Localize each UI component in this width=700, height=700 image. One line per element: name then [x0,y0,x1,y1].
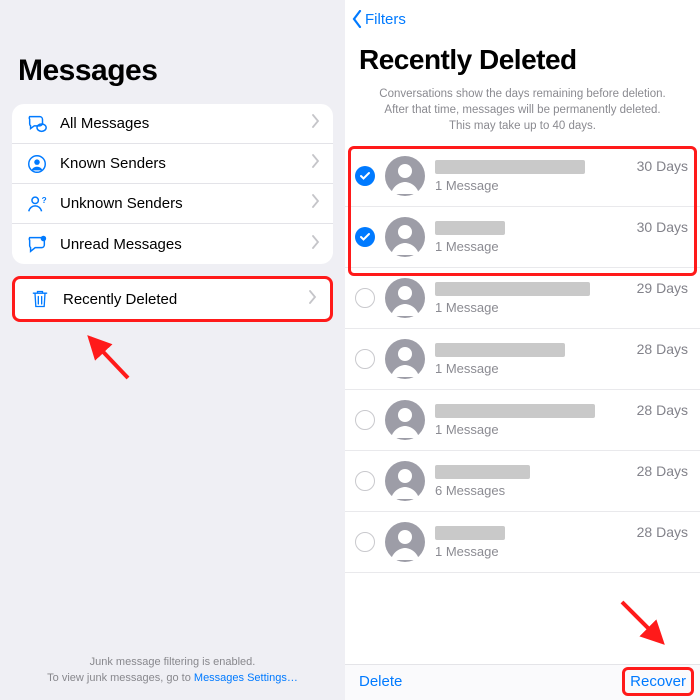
conversation-list: 1 Message30 Days1 Message30 Days1 Messag… [345,146,700,664]
person-circle-icon [24,153,50,175]
redacted-name [435,465,530,479]
chevron-left-icon [351,10,363,28]
junk-footer: Junk message filtering is enabled. To vi… [0,655,345,686]
days-remaining: 28 Days [637,463,688,479]
redacted-name [435,282,590,296]
checkbox-unselected[interactable] [355,349,375,369]
avatar-icon [385,217,425,257]
conversation-row[interactable]: 1 Message 29 Days [345,268,700,329]
info-text: Conversations show the days remaining be… [345,82,700,146]
svg-text:?: ? [42,196,47,205]
days-remaining: 30 Days [637,158,688,174]
redacted-name [435,343,565,357]
checkbox-selected[interactable] [355,166,375,186]
conversation-info: 1 Message [435,160,627,193]
checkbox-selected[interactable] [355,227,375,247]
delete-button[interactable]: Delete [359,673,402,690]
filter-label: Unread Messages [60,236,311,253]
back-label: Filters [365,11,406,28]
junk-note-line1: Junk message filtering is enabled. [90,656,256,668]
message-count: 1 Message [435,300,627,315]
message-count: 6 Messages [435,483,627,498]
page-title: Recently Deleted [345,28,700,82]
avatar-icon [385,339,425,379]
message-count: 1 Message [435,239,627,254]
filter-label: Unknown Senders [60,195,311,212]
conversation-info: 6 Messages [435,465,627,498]
days-remaining: 30 Days [637,219,688,235]
conversation-row[interactable]: 6 Messages 28 Days [345,451,700,512]
filter-label: Known Senders [60,155,311,172]
filter-recently-deleted[interactable]: Recently Deleted [15,279,330,319]
conversation-info: 1 Message [435,526,627,559]
filters-list: All Messages Known Senders ? Unknown Sen… [12,104,333,264]
message-count: 1 Message [435,178,627,193]
conversation-row[interactable]: 1 Message 30 Days [345,146,700,207]
filter-unread-messages[interactable]: Unread Messages [12,224,333,264]
conversation-row[interactable]: 1 Message 28 Days [345,512,700,573]
avatar-icon [385,400,425,440]
filter-all-messages[interactable]: All Messages [12,104,333,144]
avatar-icon [385,156,425,196]
checkbox-unselected[interactable] [355,410,375,430]
recently-deleted-pane: Filters Recently Deleted Conversations s… [345,0,700,700]
back-button[interactable]: Filters [345,6,700,28]
redacted-name [435,160,585,174]
info-line: This may take up to 40 days. [449,120,596,132]
conversation-row[interactable]: 1 Message 28 Days [345,329,700,390]
redacted-name [435,221,505,235]
checkbox-unselected[interactable] [355,471,375,491]
chevron-right-icon [311,194,321,213]
junk-note-line2: To view junk messages, go to [47,672,194,684]
message-count: 1 Message [435,422,627,437]
conversation-info: 1 Message [435,221,627,254]
annotation-arrow-icon [78,330,138,380]
info-line: Conversations show the days remaining be… [379,88,665,100]
chat-dot-icon [24,233,50,255]
conversation-row[interactable]: 1 Message 30 Days [345,207,700,268]
chevron-right-icon [311,114,321,133]
checkbox-unselected[interactable] [355,532,375,552]
filters-pane: Messages All Messages Known Senders ? [0,0,345,700]
filter-unknown-senders[interactable]: ? Unknown Senders [12,184,333,224]
days-remaining: 29 Days [637,280,688,296]
recently-deleted-group: Recently Deleted [12,276,333,322]
checkbox-unselected[interactable] [355,288,375,308]
days-remaining: 28 Days [637,341,688,357]
messages-settings-link[interactable]: Messages Settings… [194,672,298,684]
message-count: 1 Message [435,361,627,376]
conversation-info: 1 Message [435,343,627,376]
days-remaining: 28 Days [637,524,688,540]
redacted-name [435,404,595,418]
conversation-row[interactable]: 1 Message 28 Days [345,390,700,451]
chevron-right-icon [311,154,321,173]
message-count: 1 Message [435,544,627,559]
redacted-name [435,526,505,540]
conversation-info: 1 Message [435,282,627,315]
recover-button[interactable]: Recover [630,673,686,690]
chevron-right-icon [308,290,318,309]
filter-known-senders[interactable]: Known Senders [12,144,333,184]
filter-label: All Messages [60,115,311,132]
conversation-info: 1 Message [435,404,627,437]
chat-bubbles-icon [24,113,50,135]
person-question-icon: ? [24,193,50,215]
avatar-icon [385,522,425,562]
chevron-right-icon [311,235,321,254]
recover-label: Recover [630,673,686,690]
page-title: Messages [12,10,333,100]
filter-label: Recently Deleted [63,291,308,308]
days-remaining: 28 Days [637,402,688,418]
bottom-toolbar: Delete Recover [345,664,700,700]
avatar-icon [385,461,425,501]
trash-icon [27,288,53,310]
avatar-icon [385,278,425,318]
info-line: After that time, messages will be perman… [384,104,660,116]
